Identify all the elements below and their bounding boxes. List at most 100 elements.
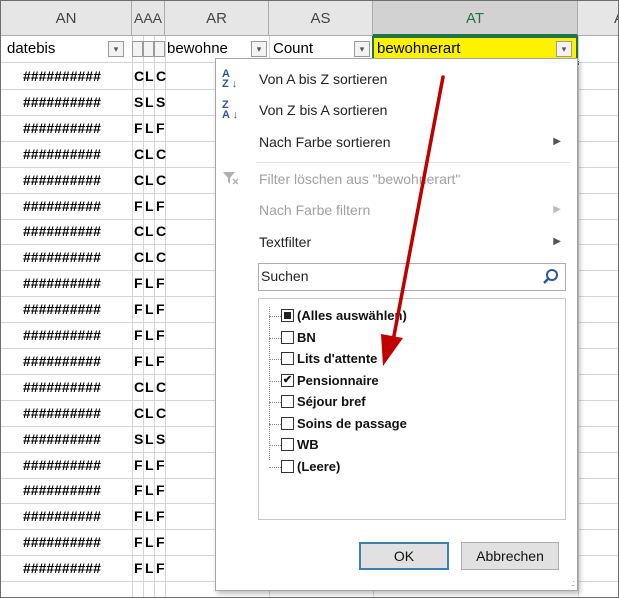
cell-an[interactable]: ########## [23,297,101,321]
checkbox-icon[interactable] [281,416,294,430]
column-header-as[interactable]: AS [269,1,373,36]
cell-aaa-2[interactable]: L [145,453,154,477]
cell-aaa-3[interactable]: F [156,323,165,347]
resize-grip-icon[interactable]: .: [571,578,575,588]
cell-aaa-2[interactable]: L [145,271,154,295]
cell-aaa-3[interactable]: C [156,401,166,425]
menu-text-filter[interactable]: Textfilter ▶ [216,228,577,256]
cell-aaa-2[interactable]: L [145,194,154,218]
cell-aaa-3[interactable]: S [156,90,165,114]
cell-aaa-2[interactable]: L [145,245,154,269]
cell-aaa-3[interactable]: C [156,245,166,269]
cell-aaa-3[interactable]: F [156,297,165,321]
checkbox-icon[interactable] [281,459,294,473]
cell-an[interactable]: ########## [23,142,101,166]
cell-aaa-1[interactable]: C [134,64,144,88]
filter-dropdown-aaa-3[interactable] [154,41,165,57]
cell-an[interactable]: ########## [23,271,101,295]
filter-list-item[interactable]: Lits d'attente [269,348,377,369]
cell-aaa-3[interactable]: C [156,142,166,166]
cell-an[interactable]: ########## [23,245,101,269]
filter-dropdown-at[interactable]: ▾ [556,41,572,57]
cell-aaa-3[interactable]: C [156,64,166,88]
filter-list-item[interactable]: ✔ Pensionnaire [269,370,379,391]
cell-aaa-2[interactable]: L [145,219,154,243]
checkbox-icon[interactable] [281,352,294,366]
cell-aaa-1[interactable]: C [134,219,144,243]
filter-list-item[interactable]: BN [269,327,316,348]
cell-aaa-1[interactable]: C [134,142,144,166]
cell-aaa-2[interactable]: L [145,427,154,451]
cell-aaa-1[interactable]: C [134,168,144,192]
cell-aaa-1[interactable]: F [134,453,143,477]
menu-sort-za[interactable]: ZA ↓ Von Z bis A sortieren [216,96,577,124]
cell-an[interactable]: ########## [23,530,101,554]
column-header-aaa[interactable]: AAA [132,1,165,36]
cell-aaa-1[interactable]: F [134,297,143,321]
cell-an[interactable]: ########## [23,90,101,114]
cell-an[interactable]: ########## [23,64,101,88]
cell-aaa-3[interactable]: S [156,427,165,451]
checkbox-icon[interactable] [281,309,294,323]
cell-an[interactable]: ########## [23,194,101,218]
cell-aaa-3[interactable]: C [156,375,166,399]
cell-aaa-2[interactable]: L [145,116,154,140]
cell-aaa-1[interactable]: S [134,427,143,451]
filter-dropdown-as[interactable]: ▾ [354,41,370,57]
checkbox-icon[interactable] [281,395,294,409]
cell-aaa-2[interactable]: L [145,375,154,399]
cell-an[interactable]: ########## [23,323,101,347]
cell-an[interactable]: ########## [23,401,101,425]
filter-list-item[interactable]: Soins de passage [269,413,407,434]
filter-dropdown-an[interactable]: ▾ [108,41,124,57]
checkbox-icon[interactable] [281,330,294,344]
filter-dropdown-aaa-1[interactable] [132,41,143,57]
cell-aaa-1[interactable]: S [134,90,143,114]
cell-aaa-2[interactable]: L [145,168,154,192]
cell-aaa-2[interactable]: L [145,401,154,425]
filter-dropdown-aaa-2[interactable] [143,41,154,57]
cell-aaa-1[interactable]: F [134,530,143,554]
cell-aaa-2[interactable]: L [145,142,154,166]
filter-list-item[interactable]: WB [269,434,319,455]
cell-an[interactable]: ########## [23,504,101,528]
menu-sort-by-color[interactable]: Nach Farbe sortieren ▶ [216,128,577,156]
cell-aaa-3[interactable]: F [156,453,165,477]
cell-an[interactable]: ########## [23,556,101,580]
menu-sort-az[interactable]: AZ ↓ Von A bis Z sortieren [216,65,577,93]
cell-an[interactable]: ########## [23,453,101,477]
cell-aaa-3[interactable]: F [156,194,165,218]
cell-aaa-1[interactable]: F [134,323,143,347]
cell-aaa-1[interactable]: C [134,245,144,269]
cell-aaa-1[interactable]: F [134,271,143,295]
cell-aaa-2[interactable]: L [145,297,154,321]
cell-aaa-3[interactable]: F [156,504,165,528]
column-header-an[interactable]: AN [1,1,132,36]
cell-aaa-1[interactable]: C [134,401,144,425]
cell-an[interactable]: ########## [23,478,101,502]
cell-aaa-3[interactable]: F [156,349,165,373]
cell-an[interactable]: ########## [23,168,101,192]
cancel-button[interactable]: Abbrechen [461,542,559,570]
filter-list-item[interactable]: Séjour bref [269,391,366,412]
cell-aaa-2[interactable]: L [145,64,154,88]
cell-an[interactable]: ########## [23,349,101,373]
filter-search-input[interactable]: Suchen [258,263,566,291]
cell-aaa-2[interactable]: L [145,478,154,502]
search-icon[interactable] [541,267,561,287]
cell-aaa-2[interactable]: L [145,504,154,528]
cell-an[interactable]: ########## [23,375,101,399]
ok-button[interactable]: OK [359,542,449,570]
cell-aaa-3[interactable]: C [156,219,166,243]
cell-aaa-3[interactable]: F [156,530,165,554]
cell-aaa-2[interactable]: L [145,530,154,554]
cell-aaa-1[interactable]: F [134,556,143,580]
cell-an[interactable]: ########## [23,219,101,243]
cell-aaa-2[interactable]: L [145,556,154,580]
cell-aaa-3[interactable]: F [156,478,165,502]
checkbox-checked-icon[interactable]: ✔ [281,373,294,387]
filter-value-list[interactable]: (Alles auswählen) BN Lits d'attente ✔ Pensio… [258,298,566,520]
filter-list-item[interactable]: (Leere) [269,456,340,477]
cell-aaa-2[interactable]: L [145,349,154,373]
cell-aaa-1[interactable]: F [134,478,143,502]
